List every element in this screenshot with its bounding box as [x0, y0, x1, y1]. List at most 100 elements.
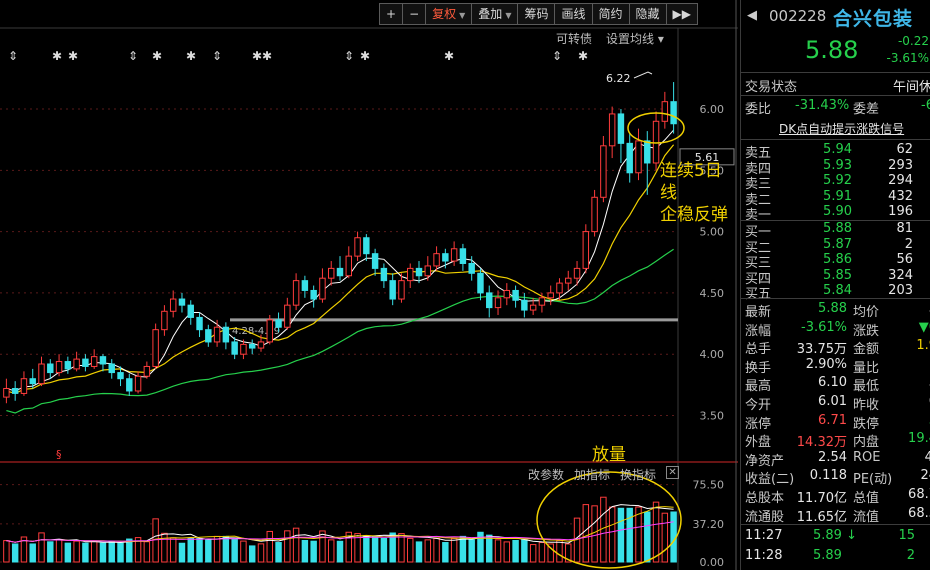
- candle-body: [275, 319, 282, 328]
- bid-label: 买五: [745, 287, 772, 302]
- volume-bar: [468, 539, 475, 563]
- stat-label: 外盘: [745, 435, 772, 451]
- event-marker-icon: ✱: [186, 49, 196, 63]
- toolbar-button-label: 叠加: [478, 7, 503, 21]
- kline-chart-area[interactable]: 6.00 5.50 5.00 4.50 4.00 3.50 75.50 37.20 0.00 4.…: [0, 0, 738, 570]
- stat-row: 净资产 2.54 ROE 4.: [741, 449, 930, 469]
- candle-body: [29, 378, 36, 385]
- ask-volume: 432: [888, 188, 913, 204]
- candle-body: [415, 267, 423, 277]
- toolbar-button-label: 简约: [598, 7, 623, 21]
- volume-bar: [363, 535, 370, 563]
- tick-time: 11:27: [745, 528, 783, 543]
- volume-bar: [82, 542, 89, 563]
- stat-row: 今开6.01昨收6: [741, 394, 930, 413]
- dk-signal-button[interactable]: DK点自动提示涨跌信号: [779, 120, 904, 137]
- candle-body: [178, 298, 186, 306]
- convertible-bond-link[interactable]: 可转债: [556, 30, 592, 47]
- event-marker-icon: ✱: [360, 49, 370, 63]
- tick-row: 11:28 5.89 2: [741, 548, 930, 566]
- stat-label: 均价: [853, 305, 880, 320]
- stat-value: 11.65亿: [796, 509, 847, 525]
- candle-body: [345, 255, 353, 277]
- change-params-button[interactable]: 改参数: [528, 466, 564, 483]
- bid-price: 5.87: [823, 236, 852, 252]
- candle-body: [161, 310, 168, 331]
- back-arrow-icon[interactable]: ◀: [747, 8, 757, 23]
- event-marker-icon: ⇕: [552, 49, 562, 63]
- candle-body: [591, 196, 598, 233]
- high-pointer: [633, 71, 653, 79]
- candle-body: [512, 289, 519, 301]
- volume-bar: [371, 535, 379, 563]
- volume-bar: [213, 535, 221, 563]
- candle-body: [99, 356, 107, 365]
- candle-body: [248, 343, 256, 349]
- candle-body: [407, 267, 414, 282]
- ma-setting-button[interactable]: 设置均线 ▾: [606, 30, 664, 47]
- last-price: 5.88: [805, 36, 859, 64]
- volume-bar: [257, 543, 265, 563]
- stat-row: 外盘 14.32万内盘 19.4: [741, 431, 930, 451]
- ask-volume: 62: [896, 142, 913, 157]
- stat-label: PE(动): [853, 472, 893, 488]
- volume-bar: [652, 501, 660, 563]
- volume-bar: [336, 540, 344, 563]
- bid-volume: 203: [888, 283, 913, 298]
- volume-bar: [556, 539, 563, 563]
- candle-body: [310, 289, 317, 300]
- volume-bar: [90, 540, 98, 563]
- add-indicator-button[interactable]: 加指标: [574, 466, 610, 483]
- stat-value: 1.9: [916, 338, 930, 354]
- candle-body: [134, 375, 142, 392]
- volume-bar: [424, 539, 432, 563]
- close-indicator-icon[interactable]: ✕: [666, 466, 680, 479]
- annotation-rebound-line1: 连续5日线: [660, 161, 722, 203]
- bid-volume: 324: [888, 267, 913, 283]
- candle-body: [380, 267, 388, 282]
- volume-bar: [459, 535, 467, 563]
- volume-bar: [503, 541, 511, 563]
- volume-bar: [205, 538, 212, 563]
- candle-body: [55, 361, 63, 374]
- toolbar-button-6[interactable]: 简约: [591, 3, 630, 25]
- indicator-bar: 改参数 加指标 换指标 ✕: [528, 466, 680, 483]
- toolbar-button-1[interactable]: −: [402, 3, 427, 25]
- toolbar-button-label: 隐藏: [635, 7, 660, 21]
- candle-body: [652, 120, 660, 164]
- volume-bar: [143, 541, 151, 563]
- volume-bar: [442, 542, 449, 563]
- candle-body: [529, 304, 537, 311]
- toolbar-button-label: 筹码: [524, 7, 549, 21]
- stat-label: 金额: [853, 342, 880, 358]
- stat-value: -3.61%: [801, 319, 847, 335]
- toolbar-button-2[interactable]: 复权 ▼: [425, 3, 473, 25]
- volume-tick-label: 75.50: [693, 479, 725, 492]
- volume-bar: [644, 511, 651, 563]
- stat-row: 最高6.10最低5: [741, 375, 930, 394]
- toolbar-button-8[interactable]: ▶▶: [665, 3, 698, 25]
- price-tick-label: 6.00: [700, 103, 725, 116]
- toolbar-button-4[interactable]: 筹码: [517, 3, 556, 25]
- switch-indicator-button[interactable]: 换指标: [620, 466, 656, 483]
- price-tick-label: 4.00: [700, 348, 725, 361]
- stat-value: 14.32万: [796, 435, 847, 451]
- volume-bar: [117, 542, 124, 563]
- stat-label: 今开: [745, 398, 772, 413]
- toolbar-button-5[interactable]: 画线: [554, 3, 593, 25]
- candle-body: [47, 363, 54, 374]
- candle-body: [494, 297, 502, 309]
- volume-bar: [108, 541, 115, 563]
- candle-body: [257, 341, 265, 349]
- toolbar-button-3[interactable]: 叠加 ▼: [471, 3, 519, 25]
- volume-bar: [608, 506, 616, 563]
- volume-bar: [161, 532, 168, 563]
- stat-label: ROE: [853, 449, 881, 465]
- stat-value: 24: [920, 468, 930, 484]
- volume-bar: [187, 537, 194, 563]
- stat-value: 6.71: [818, 412, 847, 428]
- stat-label: 流通股: [745, 509, 785, 525]
- toolbar-button-7[interactable]: 隐藏: [628, 3, 667, 25]
- toolbar-button-0[interactable]: +: [379, 3, 404, 25]
- kline-chart[interactable]: 6.005.505.004.504.003.5075.5037.200.004.…: [0, 0, 738, 570]
